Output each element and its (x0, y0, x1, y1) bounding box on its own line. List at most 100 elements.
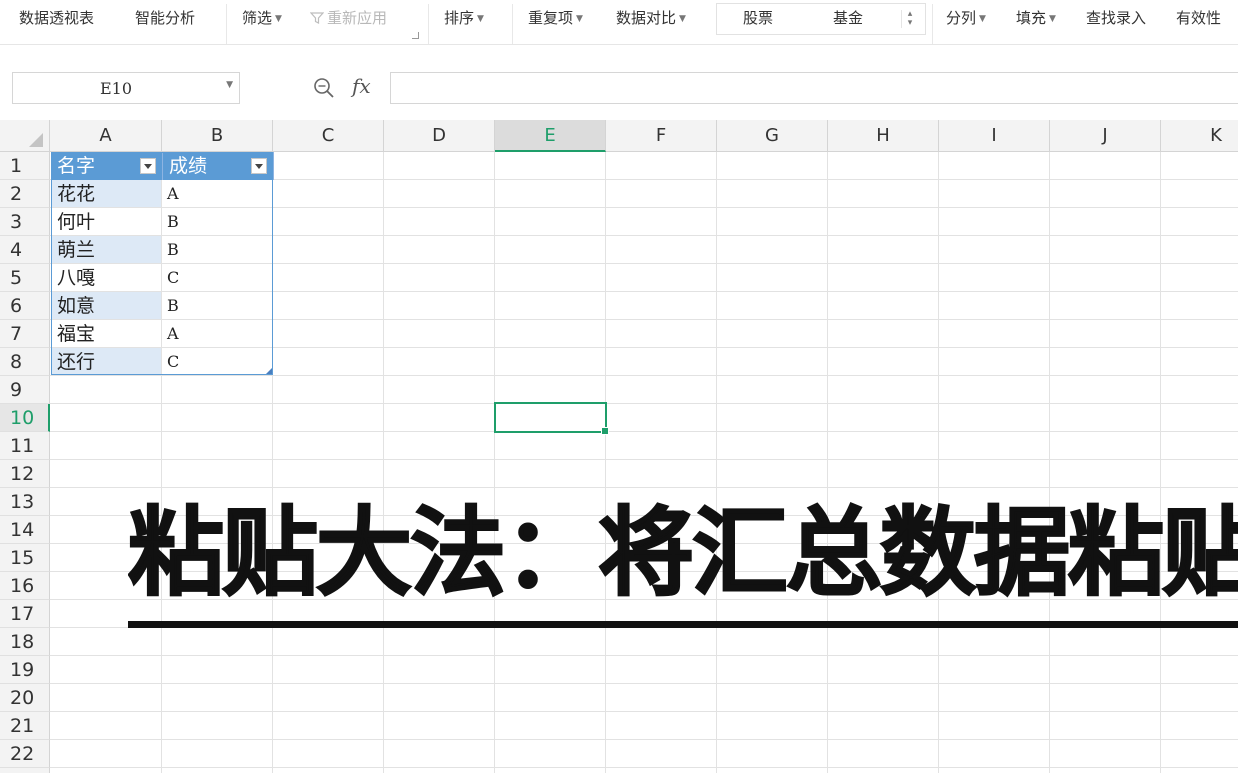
row-header-16[interactable]: 16 (0, 572, 50, 600)
column-header-c[interactable]: C (273, 120, 384, 152)
row-header-22[interactable]: 22 (0, 740, 50, 768)
stock-fund-selector[interactable]: 股票 基金 ▴ ▾ (716, 3, 926, 35)
row-header-3[interactable]: 3 (0, 208, 50, 236)
gridline (1049, 152, 1050, 773)
zoom-icon[interactable] (313, 77, 335, 99)
row-header-2[interactable]: 2 (0, 180, 50, 208)
column-header-i[interactable]: I (939, 120, 1050, 152)
duplicates-button[interactable]: 重复项 ▼ (528, 6, 583, 30)
row-header-18[interactable]: 18 (0, 628, 50, 656)
row-header-23[interactable]: 23 (0, 768, 50, 773)
row-header-20[interactable]: 20 (0, 684, 50, 712)
table-cell[interactable]: 何叶 (51, 208, 162, 236)
fill-button[interactable]: 填充 ▼ (1016, 6, 1056, 30)
find-entry-button[interactable]: 查找录入 (1086, 6, 1146, 30)
spinner-icon[interactable]: ▴ ▾ (901, 10, 918, 28)
table-cell[interactable]: 福宝 (51, 320, 162, 348)
row-header-8[interactable]: 8 (0, 348, 50, 376)
row-header-7[interactable]: 7 (0, 320, 50, 348)
pivot-table-label: 数据透视表 (19, 9, 95, 27)
reapply-label: 重新应用 (327, 9, 388, 27)
formula-input[interactable] (390, 72, 1238, 104)
column-header-j[interactable]: J (1050, 120, 1161, 152)
data-compare-button[interactable]: 数据对比 ▼ (616, 6, 686, 30)
column-header-k[interactable]: K (1161, 120, 1238, 152)
gridline (605, 152, 606, 773)
name-box[interactable]: E10 ▼ (12, 72, 240, 104)
smart-analysis-label: 智能分析 (135, 9, 196, 27)
validity-button[interactable]: 有效性 (1176, 6, 1221, 30)
split-column-button[interactable]: 分列 ▼ (946, 6, 986, 30)
function-icon[interactable]: fx (352, 74, 371, 98)
pivot-table-button[interactable]: 数据透视表 (19, 6, 94, 30)
table-cell[interactable]: C (163, 264, 273, 292)
table-cell[interactable]: C (163, 348, 273, 376)
table-cell[interactable]: B (163, 236, 273, 264)
table-cell[interactable]: 萌兰 (51, 236, 162, 264)
gridline (1160, 152, 1161, 773)
table-cell[interactable]: 如意 (51, 292, 162, 320)
selected-cell-e10[interactable] (494, 402, 609, 435)
row-header-14[interactable]: 14 (0, 516, 50, 544)
fund-option[interactable]: 基金 (833, 7, 863, 28)
column-header-h[interactable]: H (828, 120, 939, 152)
filter-dropdown-icon[interactable] (251, 158, 267, 174)
table-cell[interactable]: 八嘎 (51, 264, 162, 292)
smart-analysis-button[interactable]: 智能分析 (135, 6, 195, 30)
fill-handle[interactable] (601, 427, 609, 435)
column-header-a[interactable]: A (50, 120, 162, 152)
table-cell[interactable]: 还行 (51, 348, 162, 376)
reapply-button[interactable]: 重新应用 (310, 6, 387, 30)
table-resize-handle[interactable] (266, 368, 272, 374)
spreadsheet-grid[interactable]: A B C D E F G H I J K 1 2 3 4 5 6 7 8 9 10 11 12 13 14 15 16 17 18 19… (0, 120, 1238, 773)
column-header-b[interactable]: B (162, 120, 273, 152)
find-entry-label: 查找录入 (1086, 9, 1147, 27)
table-header-label: 名字 (57, 155, 96, 177)
validity-label: 有效性 (1176, 9, 1222, 27)
row-header-9[interactable]: 9 (0, 376, 50, 404)
ribbon-divider (428, 4, 429, 44)
row-header-15[interactable]: 15 (0, 544, 50, 572)
row-header-5[interactable]: 5 (0, 264, 50, 292)
gridline (50, 739, 1238, 740)
column-header-e[interactable]: E (495, 120, 606, 152)
gridline (50, 767, 1238, 768)
row-header-4[interactable]: 4 (0, 236, 50, 264)
filter-label: 筛选 (242, 9, 273, 27)
gridline (50, 683, 1238, 684)
filter-dropdown-icon[interactable] (140, 158, 156, 174)
chevron-down-icon[interactable]: ▼ (226, 80, 233, 90)
row-header-13[interactable]: 13 (0, 488, 50, 516)
table-cell[interactable]: A (163, 320, 273, 348)
column-header-f[interactable]: F (606, 120, 717, 152)
filter-button[interactable]: 筛选 ▼ (242, 6, 282, 30)
chevron-down-icon: ▼ (679, 14, 686, 24)
table-header-label: 成绩 (169, 155, 208, 177)
row-header-1[interactable]: 1 (0, 152, 50, 180)
stock-option[interactable]: 股票 (743, 7, 773, 28)
chevron-down-icon: ▼ (1049, 14, 1056, 24)
duplicates-label: 重复项 (528, 9, 574, 27)
row-header-6[interactable]: 6 (0, 292, 50, 320)
gridline (827, 152, 828, 773)
row-header-11[interactable]: 11 (0, 432, 50, 460)
gridline (716, 152, 717, 773)
table-cell[interactable]: B (163, 208, 273, 236)
gridline (50, 459, 1238, 460)
column-header-d[interactable]: D (384, 120, 495, 152)
sort-button[interactable]: 排序 ▼ (444, 6, 484, 30)
gridline (50, 711, 1238, 712)
row-header-17[interactable]: 17 (0, 600, 50, 628)
row-header-21[interactable]: 21 (0, 712, 50, 740)
row-header-10[interactable]: 10 (0, 404, 50, 432)
table-cell[interactable]: B (163, 292, 273, 320)
table-cell[interactable]: A (163, 180, 273, 208)
column-header-g[interactable]: G (717, 120, 828, 152)
chevron-down-icon: ▼ (576, 14, 583, 24)
table-cell[interactable]: 花花 (51, 180, 162, 208)
row-header-19[interactable]: 19 (0, 656, 50, 684)
row-header-12[interactable]: 12 (0, 460, 50, 488)
dialog-launcher-icon[interactable] (412, 32, 419, 39)
select-all-icon (29, 133, 43, 147)
select-all-corner[interactable] (0, 120, 50, 152)
